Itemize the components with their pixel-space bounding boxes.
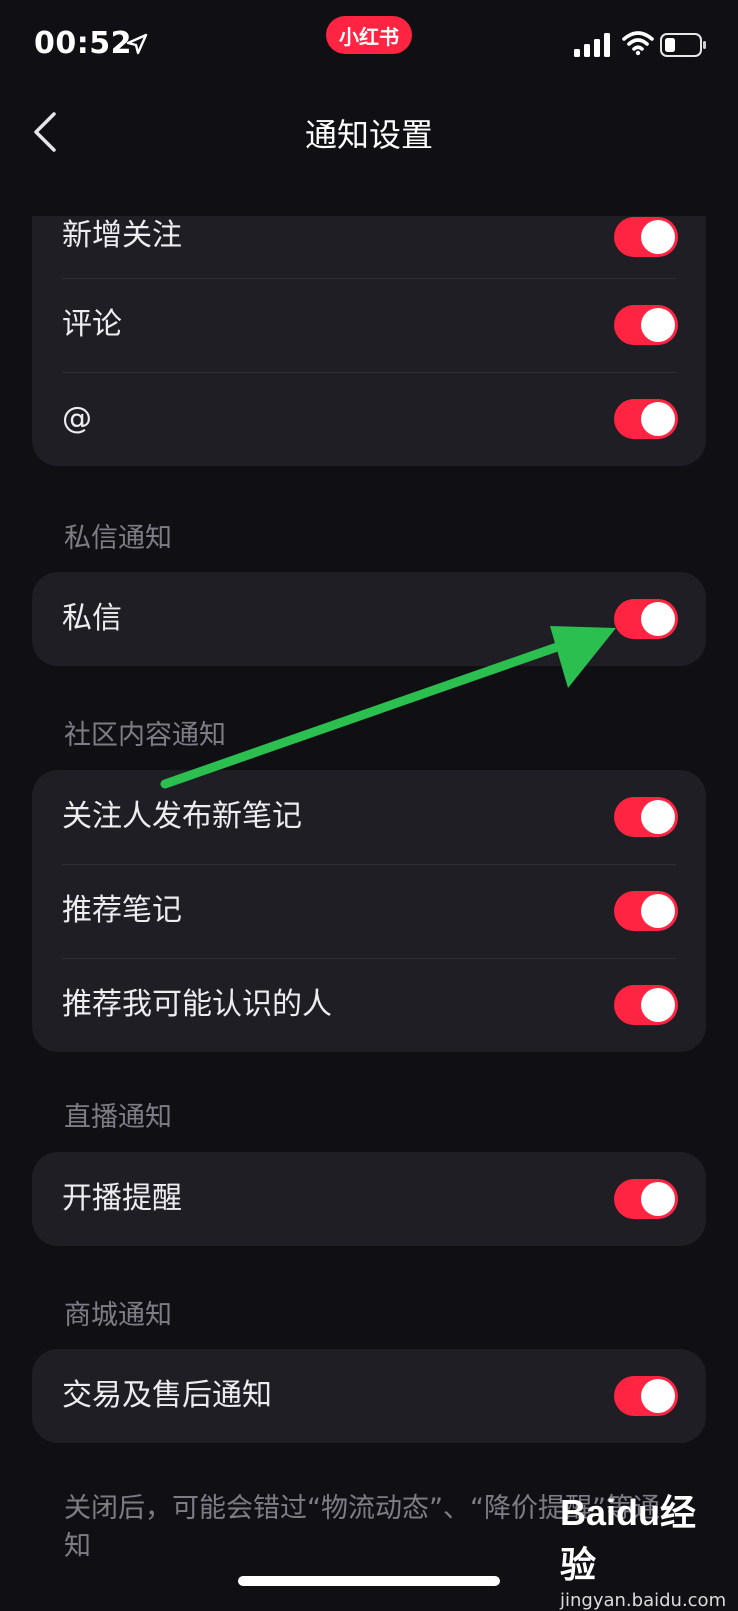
status-bar: 00:52 小红书 [0,0,738,90]
toggle-knob [641,894,675,928]
toggle-knob [641,1182,675,1216]
settings-row[interactable]: 私信 [32,572,706,666]
row-label: 关注人发布新笔记 [62,799,302,834]
toggle-switch[interactable] [614,305,678,345]
settings-card-community: 关注人发布新笔记 推荐笔记 推荐我可能认识的人 [32,770,706,1052]
baidu-watermark: Baidu经验 jingyan.baidu.com [560,1484,730,1611]
toggle-knob [641,308,675,342]
home-indicator [238,1576,500,1586]
toggle-knob [641,602,675,636]
watermark-logo: Baidu经验 [560,1492,697,1585]
toggle-knob [641,402,675,436]
toggle-switch[interactable] [614,985,678,1025]
signal-icon [574,33,610,57]
settings-card-messages: 私信 [32,572,706,666]
toggle-knob [641,1379,675,1413]
settings-row[interactable]: 交易及售后通知 [32,1349,706,1443]
app-badge: 小红书 [326,16,412,54]
row-label: 新增关注 [62,218,182,253]
row-label: @ [62,401,92,436]
toggle-switch[interactable] [614,1179,678,1219]
settings-row[interactable]: 推荐我可能认识的人 [32,958,706,1052]
settings-card-mall: 交易及售后通知 [32,1349,706,1443]
section-header-mall: 商城通知 [64,1300,172,1331]
row-label: 私信 [62,601,122,636]
battery-icon [660,33,706,57]
watermark-url: jingyan.baidu.com [560,1590,727,1611]
toggle-switch[interactable] [614,599,678,639]
settings-row[interactable]: 评论 [32,278,706,372]
toggle-switch[interactable] [614,217,678,257]
section-header-messages: 私信通知 [64,523,172,554]
toggle-switch[interactable] [614,399,678,439]
status-time: 00:52 [34,26,132,61]
row-label: 开播提醒 [62,1181,182,1216]
settings-row[interactable]: 新增关注 [32,216,706,278]
row-label: 推荐我可能认识的人 [62,987,332,1022]
wifi-icon [622,31,654,56]
toggle-knob [641,800,675,834]
nav-bar: 通知设置 [0,92,738,172]
row-label: 推荐笔记 [62,893,182,928]
toggle-switch[interactable] [614,891,678,931]
toggle-switch[interactable] [614,797,678,837]
section-header-community: 社区内容通知 [64,720,226,751]
page-title: 通知设置 [304,116,433,154]
settings-row[interactable]: @ [32,372,706,466]
row-label: 评论 [62,307,122,342]
settings-card-live: 开播提醒 [32,1152,706,1246]
toggle-switch[interactable] [614,1376,678,1416]
toggle-knob [641,988,675,1022]
settings-row[interactable]: 开播提醒 [32,1152,706,1246]
toggle-knob [641,220,675,254]
settings-card-interactions: 新增关注 评论 @ [32,216,706,466]
settings-row[interactable]: 推荐笔记 [32,864,706,958]
section-header-live: 直播通知 [64,1102,172,1133]
row-label: 交易及售后通知 [62,1378,272,1413]
settings-row[interactable]: 关注人发布新笔记 [32,770,706,864]
location-arrow-icon [126,33,148,55]
